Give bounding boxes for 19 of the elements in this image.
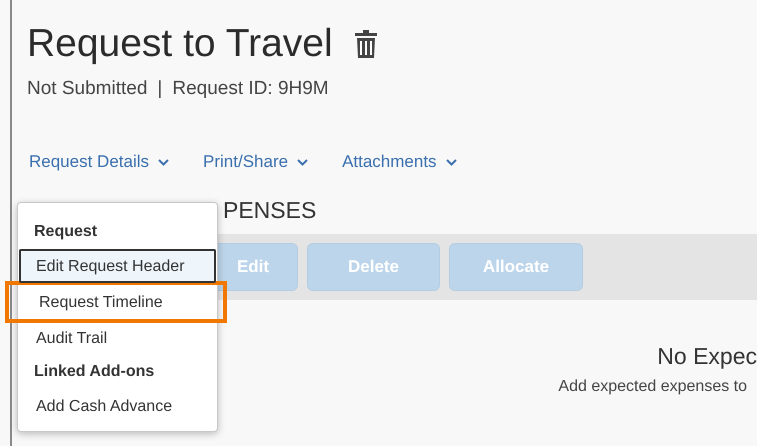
menu-link[interactable]: Request Details [29, 152, 170, 172]
empty-text: Add expected expenses to [558, 378, 747, 396]
menu-group-header: Linked Add-ons [33, 362, 156, 382]
empty-title: No Expec [657, 342, 757, 370]
status-text: Not Submitted [27, 78, 148, 100]
menu-item[interactable]: Audit Trail [19, 321, 216, 355]
chevron-down-icon [158, 158, 170, 166]
separator: | [157, 78, 162, 100]
menu-link[interactable]: Print/Share [203, 152, 308, 172]
menu-group-header: Request [33, 222, 98, 242]
chevron-down-icon [297, 158, 308, 166]
page-title: Request to Travel [27, 21, 333, 67]
menu-item[interactable]: Edit Request Header [19, 249, 216, 283]
chevron-down-icon [446, 158, 457, 166]
menu-link[interactable]: Attachments [342, 152, 457, 172]
trash-icon[interactable] [354, 30, 377, 58]
menu-item[interactable]: Add Cash Advance [19, 389, 216, 423]
request-id: Request ID: 9H9M [172, 78, 329, 100]
section-heading: PENSES [223, 196, 318, 224]
